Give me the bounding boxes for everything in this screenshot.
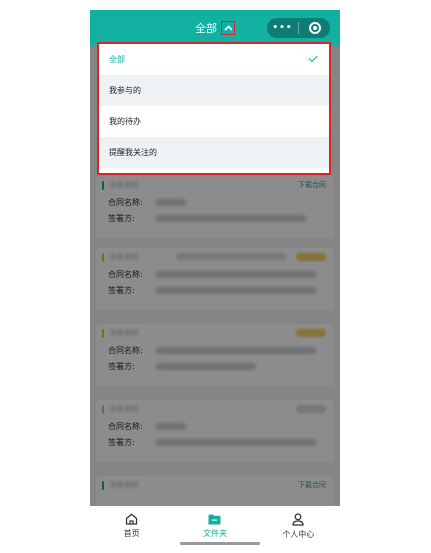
- bottom-tab-bar: 首页 文件夹 个人中心: [90, 506, 340, 546]
- user-icon: [292, 512, 304, 526]
- page-title: 全部: [195, 22, 217, 35]
- filter-dropdown: 全部 我参与的 我的待办 提醒我关注的: [97, 42, 331, 175]
- chevron-up-icon[interactable]: [221, 21, 235, 35]
- folder-icon: [208, 514, 221, 524]
- filter-option-participated[interactable]: 我参与的: [99, 75, 329, 106]
- app-screen: 企业合同 下载合同 合同名称: 签署方: 企业合同 合同名称: 签署方: 企业合…: [90, 10, 340, 546]
- target-circle-icon[interactable]: [299, 18, 330, 38]
- option-label: 提醒我关注的: [109, 148, 157, 157]
- mini-program-capsule: •••: [267, 18, 330, 38]
- tab-profile[interactable]: 个人中心: [257, 506, 340, 546]
- filter-option-todo[interactable]: 我的待办: [99, 106, 329, 137]
- tab-label: 文件夹: [202, 528, 227, 538]
- option-label: 我参与的: [109, 86, 141, 95]
- tab-label: 个人中心: [282, 529, 315, 539]
- more-dots-icon[interactable]: •••: [267, 18, 298, 38]
- home-icon: [126, 513, 138, 525]
- option-label: 我的待办: [109, 117, 141, 126]
- filter-option-watching[interactable]: 提醒我关注的: [99, 137, 329, 168]
- tab-folder[interactable]: 文件夹: [173, 506, 256, 546]
- tab-home[interactable]: 首页: [90, 506, 173, 546]
- option-label: 全部: [109, 55, 125, 64]
- check-icon: [308, 52, 318, 63]
- tab-label: 首页: [123, 529, 140, 538]
- home-indicator[interactable]: [180, 542, 260, 545]
- filter-option-all[interactable]: 全部: [99, 44, 329, 75]
- nav-bar: 全部 •••: [90, 10, 340, 46]
